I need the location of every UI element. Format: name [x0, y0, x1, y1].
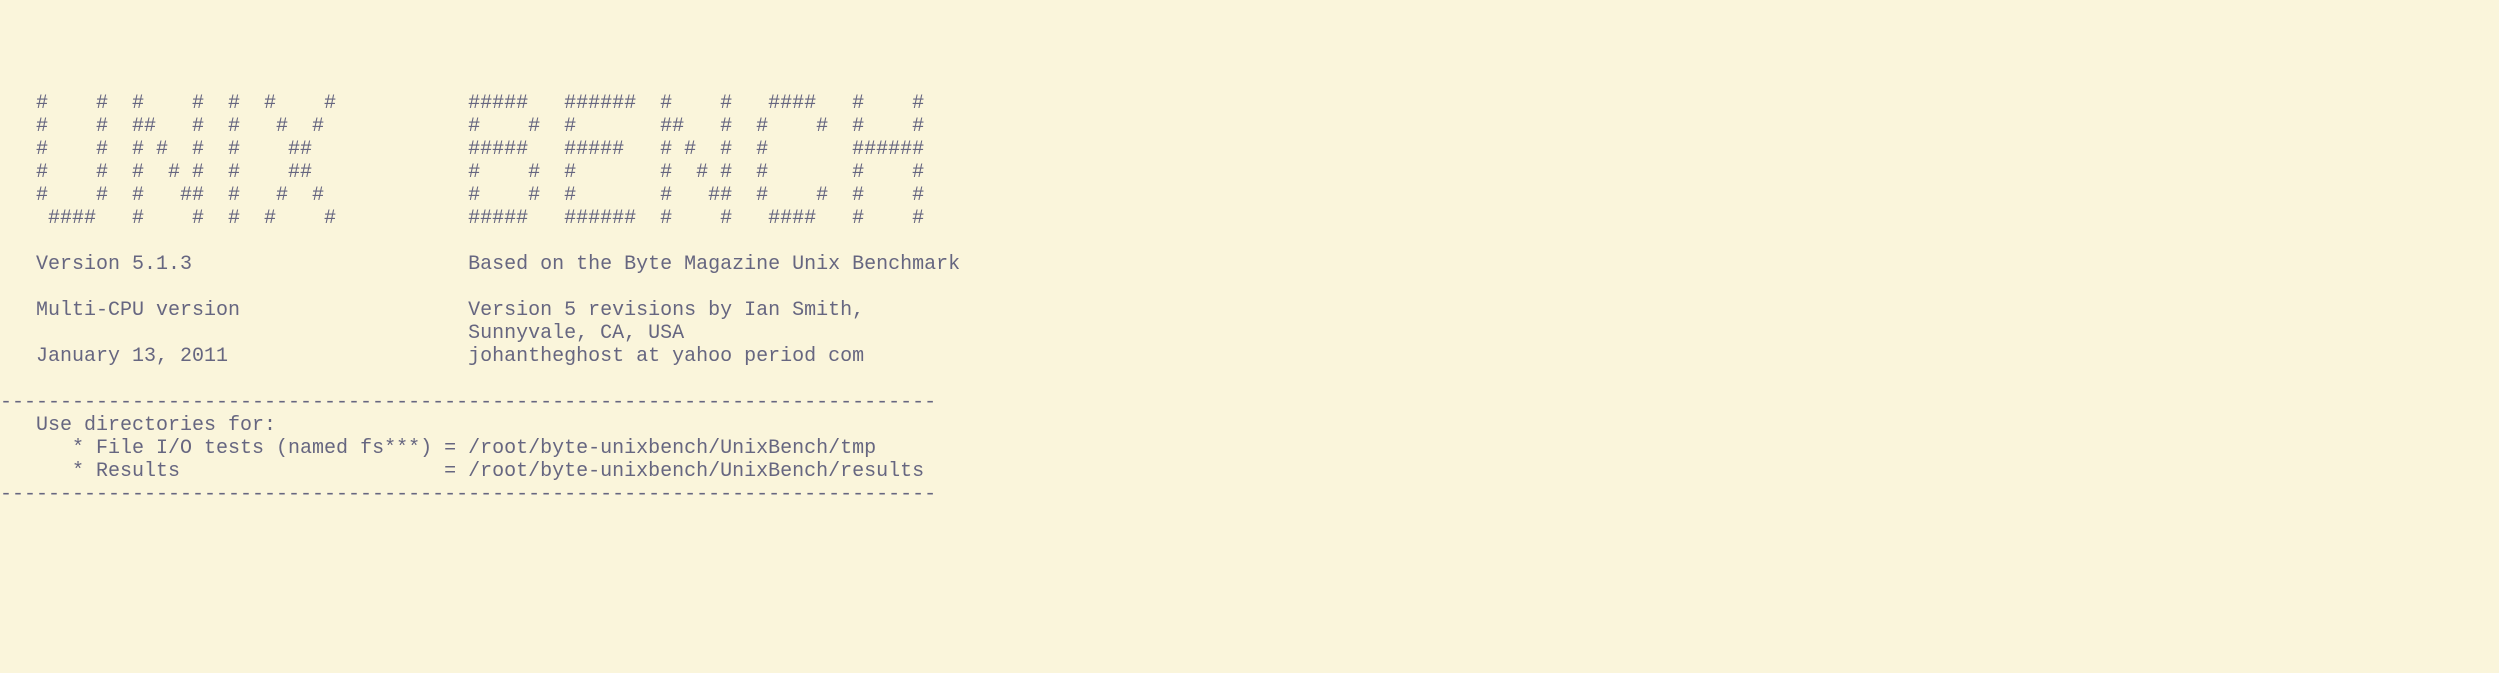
multicpu-row: Multi-CPU version Version 5 revisions by… [0, 299, 864, 322]
version-row: Version 5.1.3 Based on the Byte Magazine… [0, 253, 960, 276]
revisions-text: Version 5 revisions by Ian Smith, [468, 299, 864, 322]
divider-bottom: ----------------------------------------… [0, 483, 936, 506]
ascii-art-line-5: #### # # # # # ##### ###### # # #### # # [0, 207, 924, 230]
multi-cpu-label: Multi-CPU version [36, 299, 240, 322]
fileio-path: /root/byte-unixbench/UnixBench/tmp [468, 437, 876, 460]
ascii-art-line-2: # # # # # # ## ##### ##### # # # # #####… [0, 138, 924, 161]
location-text: Sunnyvale, CA, USA [468, 322, 684, 345]
date-text: January 13, 2011 [36, 345, 228, 368]
results-path: /root/byte-unixbench/UnixBench/results [468, 460, 924, 483]
ascii-art-line-0: # # # # # # # ##### ###### # # #### # # [0, 92, 924, 115]
ascii-art-line-3: # # # # # # ## # # # # # # # # # [0, 161, 924, 184]
terminal-output: # # # # # # # ##### ###### # # #### # # … [0, 92, 2499, 506]
directories-header: Use directories for: [0, 414, 276, 437]
date-row: January 13, 2011 johantheghost at yahoo … [0, 345, 864, 368]
results-label: * Results [72, 460, 180, 483]
version-label: Version 5.1.3 [36, 253, 192, 276]
ascii-art-line-4: # # # ## # # # # # # # ## # # # # [0, 184, 924, 207]
results-row: * Results = /root/byte-unixbench/UnixBen… [0, 460, 924, 483]
ascii-art-line-1: # # ## # # # # # # # ## # # # # # [0, 115, 924, 138]
email-text: johantheghost at yahoo period com [468, 345, 864, 368]
fileio-label: * File I/O tests (named fs***) [72, 437, 432, 460]
location-row: Sunnyvale, CA, USA [0, 322, 684, 345]
fileio-row: * File I/O tests (named fs***) = /root/b… [0, 437, 876, 460]
divider-top: ----------------------------------------… [0, 391, 936, 414]
based-on-text: Based on the Byte Magazine Unix Benchmar… [468, 253, 960, 276]
